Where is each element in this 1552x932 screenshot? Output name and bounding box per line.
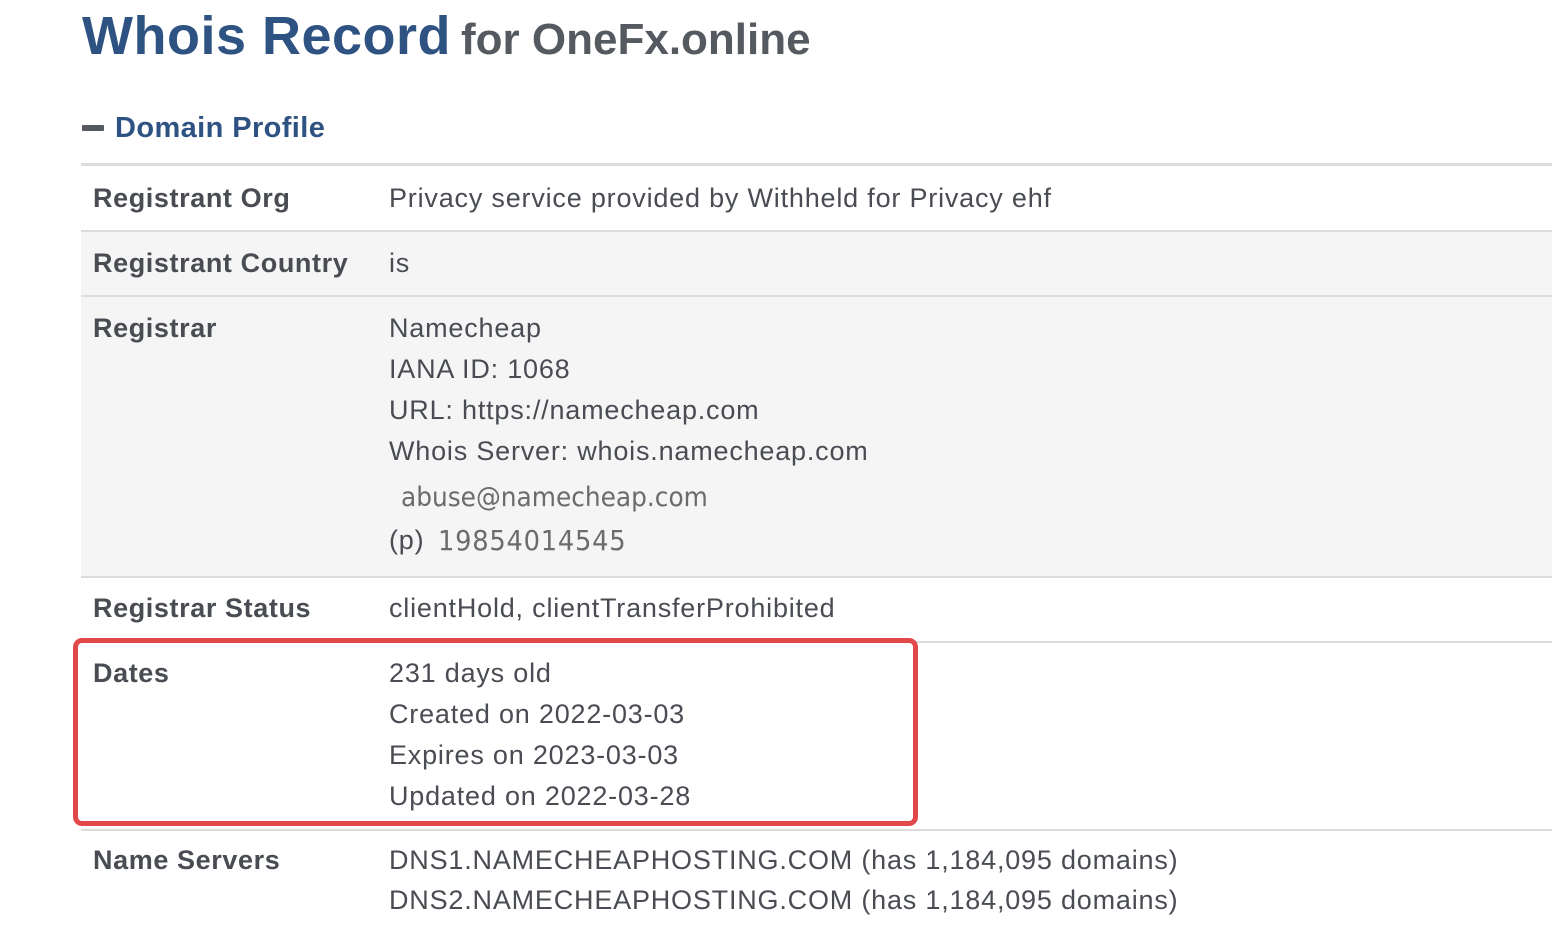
minus-icon xyxy=(82,125,104,131)
page-title: Whois Record for OneFx.online xyxy=(82,4,811,75)
domain-profile-table: Registrant Org Privacy service provided … xyxy=(81,163,1552,931)
updated-date: Updated on 2022-03-28 xyxy=(389,781,692,811)
registrar-abuse-email-image: abuse@namecheap.com xyxy=(401,482,708,513)
registrar-status-value: clientHold, clientTransferProhibited xyxy=(389,588,836,629)
name-server-1[interactable]: DNS1.NAMECHEAPHOSTING.COM (has 1,184,095… xyxy=(389,840,1178,880)
page-title-domain: for OneFx.online xyxy=(461,15,811,64)
registrant-country-label: Registrant Country xyxy=(93,248,349,278)
page-title-main: Whois Record xyxy=(82,6,452,66)
registrar-status-label: Registrar Status xyxy=(93,593,312,623)
row-name-servers: Name Servers DNS1.NAMECHEAPHOSTING.COM (… xyxy=(81,831,1552,931)
registrar-phone: (p) 19854014545 xyxy=(389,518,869,562)
name-server-2[interactable]: DNS2.NAMECHEAPHOSTING.COM (has 1,184,095… xyxy=(389,880,1178,920)
registrar-status-text: clientHold, clientTransferProhibited xyxy=(389,593,836,623)
created-date: Created on 2022-03-03 xyxy=(389,699,686,729)
domain-age: 231 days old xyxy=(389,658,552,688)
registrar-url: URL: https://namecheap.com xyxy=(389,395,760,425)
domain-profile-heading: Domain Profile xyxy=(115,111,326,144)
registrant-org-label: Registrant Org xyxy=(93,183,291,213)
dates-label: Dates xyxy=(93,658,170,688)
row-registrar: Registrar Namecheap IANA ID: 1068 URL: h… xyxy=(81,297,1552,578)
whois-page: Whois Record for OneFx.online Domain Prof… xyxy=(0,0,1552,932)
registrar-value: Namecheap IANA ID: 1068 URL: https://nam… xyxy=(389,308,869,562)
registrant-country-text: is xyxy=(389,248,411,278)
registrant-org-text: Privacy service provided by Withheld for… xyxy=(389,183,1052,213)
phone-number-image: 19854014545 xyxy=(438,523,627,557)
phone-label: (p) xyxy=(389,524,425,555)
name-servers-value: DNS1.NAMECHEAPHOSTING.COM (has 1,184,095… xyxy=(389,840,1178,920)
registrar-whois-server: Whois Server: whois.namecheap.com xyxy=(389,436,869,466)
registrant-org-value: Privacy service provided by Withheld for… xyxy=(389,178,1052,219)
row-registrant-country: Registrant Country is xyxy=(81,232,1552,297)
dates-value: 231 days old Created on 2022-03-03 Expir… xyxy=(389,653,691,817)
row-registrant-org: Registrant Org Privacy service provided … xyxy=(81,166,1552,232)
expires-date: Expires on 2023-03-03 xyxy=(389,740,679,770)
name-servers-label: Name Servers xyxy=(93,845,281,875)
registrant-country-value: is xyxy=(389,243,410,284)
registrar-iana-id: IANA ID: 1068 xyxy=(389,354,571,384)
domain-profile-toggle[interactable]: Domain Profile xyxy=(82,108,325,148)
registrar-name: Namecheap xyxy=(389,313,542,343)
row-dates: Dates 231 days old Created on 2022-03-03… xyxy=(81,643,1552,831)
row-registrar-status: Registrar Status clientHold, clientTrans… xyxy=(81,578,1552,643)
registrar-label: Registrar xyxy=(93,313,217,343)
